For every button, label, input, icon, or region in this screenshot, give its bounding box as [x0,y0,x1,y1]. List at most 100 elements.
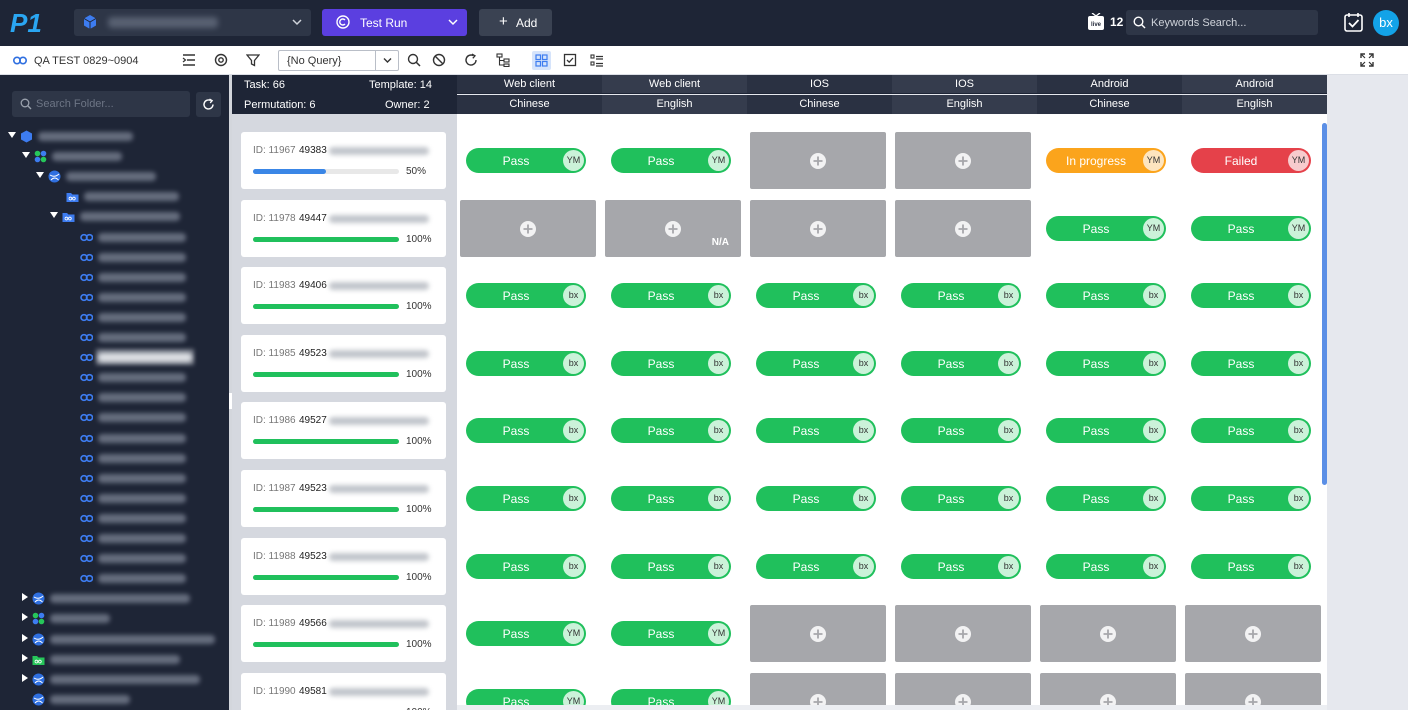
project-select[interactable] [74,9,311,36]
fullscreen-icon[interactable] [1360,53,1374,67]
status-pill-pass[interactable]: Pass bx [611,350,731,376]
owner-avatar[interactable]: bx [853,555,874,577]
owner-avatar[interactable]: bx [853,352,874,374]
owner-avatar[interactable]: bx [708,420,729,442]
tree-item[interactable] [68,490,229,508]
caret-down-icon[interactable] [50,212,58,219]
owner-avatar[interactable]: bx [1143,285,1164,307]
status-pill-pass[interactable]: Pass bx [466,486,586,511]
result-cell[interactable]: Pass YM [460,605,596,663]
owner-avatar[interactable]: bx [998,555,1019,577]
tree-item[interactable] [68,510,229,528]
result-cell[interactable]: Pass bx [895,537,1031,595]
task-card[interactable]: ID: 11983 49406 100% [241,267,446,325]
user-avatar[interactable]: bx [1373,10,1399,36]
task-card[interactable]: ID: 1199049581100% [241,672,446,710]
result-cell[interactable]: Pass bx [1185,470,1321,527]
checkbox-view-icon[interactable] [563,53,577,67]
owner-avatar[interactable]: bx [563,488,584,509]
status-pill-pass[interactable]: Pass bx [901,553,1021,579]
status-pill-pass[interactable]: Pass bx [1191,486,1311,511]
result-cell[interactable]: Pass YM [605,132,741,189]
status-pill-pass[interactable]: Pass bx [1191,553,1311,579]
owner-avatar[interactable]: bx [998,352,1019,374]
result-cell[interactable]: Pass bx [605,267,741,325]
live-icon[interactable]: live [1087,13,1105,31]
tree-item[interactable] [68,430,229,448]
collapse-tree-icon[interactable] [182,53,196,67]
owner-avatar[interactable]: bx [853,420,874,442]
result-cell[interactable]: Pass bx [460,537,596,595]
tree-item[interactable] [20,691,229,709]
task-card[interactable]: ID: 11989 49566 100% [241,605,446,663]
unassigned-cell[interactable] [750,199,886,257]
clear-query-icon[interactable] [432,53,446,67]
unassigned-cell[interactable] [750,605,886,663]
refresh-icon[interactable] [464,53,478,67]
caret-right-icon[interactable] [22,673,28,682]
unassigned-cell[interactable] [1040,605,1176,663]
owner-avatar[interactable]: bx [998,420,1019,442]
p1-logo[interactable]: P1 [10,9,50,37]
result-cell[interactable]: In progress YM [1040,132,1176,189]
tree-item[interactable] [20,590,229,608]
status-pill-pass[interactable]: Pass bx [611,486,731,511]
owner-avatar[interactable]: YM [1288,217,1309,239]
owner-avatar[interactable]: bx [1143,488,1164,509]
status-pill-pass[interactable]: Pass YM [1191,215,1311,241]
status-pill-pass[interactable]: Pass bx [611,283,731,309]
caret-right-icon[interactable] [22,653,28,662]
caret-down-icon[interactable] [36,172,44,179]
owner-avatar[interactable]: bx [1288,488,1309,509]
tree-item[interactable] [68,389,229,407]
owner-avatar[interactable]: YM [1288,150,1309,171]
keyword-search-input[interactable] [1151,13,1311,32]
tree-item[interactable] [68,470,229,488]
owner-avatar[interactable]: bx [1143,352,1164,374]
list-view-icon[interactable] [590,53,604,67]
refresh-folders-button[interactable] [196,92,221,117]
owner-avatar[interactable]: YM [708,150,729,171]
result-cell[interactable]: Pass bx [1040,334,1176,392]
owner-avatar[interactable]: bx [563,352,584,374]
unassigned-cell[interactable] [1185,605,1321,663]
result-cell[interactable]: Pass YM [1185,199,1321,257]
status-pill-pass[interactable]: Pass bx [1191,350,1311,376]
tree-item[interactable] [54,188,229,206]
status-pill-pass[interactable]: Pass bx [1046,553,1166,579]
owner-avatar[interactable]: bx [1288,285,1309,307]
owner-avatar[interactable]: bx [708,555,729,577]
tree-item[interactable] [8,128,229,146]
tree-item[interactable] [68,550,229,568]
tree-item[interactable] [68,229,229,247]
result-cell[interactable]: Pass bx [460,470,596,527]
query-select[interactable]: {No Query} [278,50,399,71]
status-pill-pass[interactable]: Pass bx [466,350,586,376]
search-icon[interactable] [407,53,421,67]
result-cell[interactable]: Pass YM [460,132,596,189]
result-cell[interactable]: Pass bx [1040,470,1176,527]
tree-item[interactable] [20,651,229,669]
folder-search-input[interactable] [36,95,184,113]
result-cell[interactable]: Pass bx [1185,267,1321,325]
result-cell[interactable]: Pass bx [1040,267,1176,325]
result-cell[interactable]: Failed YM [1185,132,1321,189]
owner-avatar[interactable]: YM [708,623,729,645]
owner-avatar[interactable]: bx [563,420,584,442]
result-cell[interactable]: Pass bx [605,334,741,392]
filter-icon[interactable] [246,53,260,67]
unassigned-cell[interactable] [460,199,596,257]
result-cell[interactable]: Pass bx [1185,537,1321,595]
status-pill-pass[interactable]: Pass YM [611,148,731,173]
tree-item[interactable] [68,409,229,427]
result-cell[interactable]: Pass bx [460,267,596,325]
result-cell[interactable]: Pass bx [895,334,1031,392]
task-card[interactable]: ID: 11978 49447 100% [241,199,446,257]
owner-avatar[interactable]: bx [1143,420,1164,442]
tree-item[interactable] [50,208,229,226]
tree-item[interactable] [68,450,229,468]
status-pill-pass[interactable]: Pass bx [1046,283,1166,309]
owner-avatar[interactable]: bx [1143,555,1164,577]
tree-item[interactable] [20,610,229,628]
tree-item[interactable] [22,148,229,166]
